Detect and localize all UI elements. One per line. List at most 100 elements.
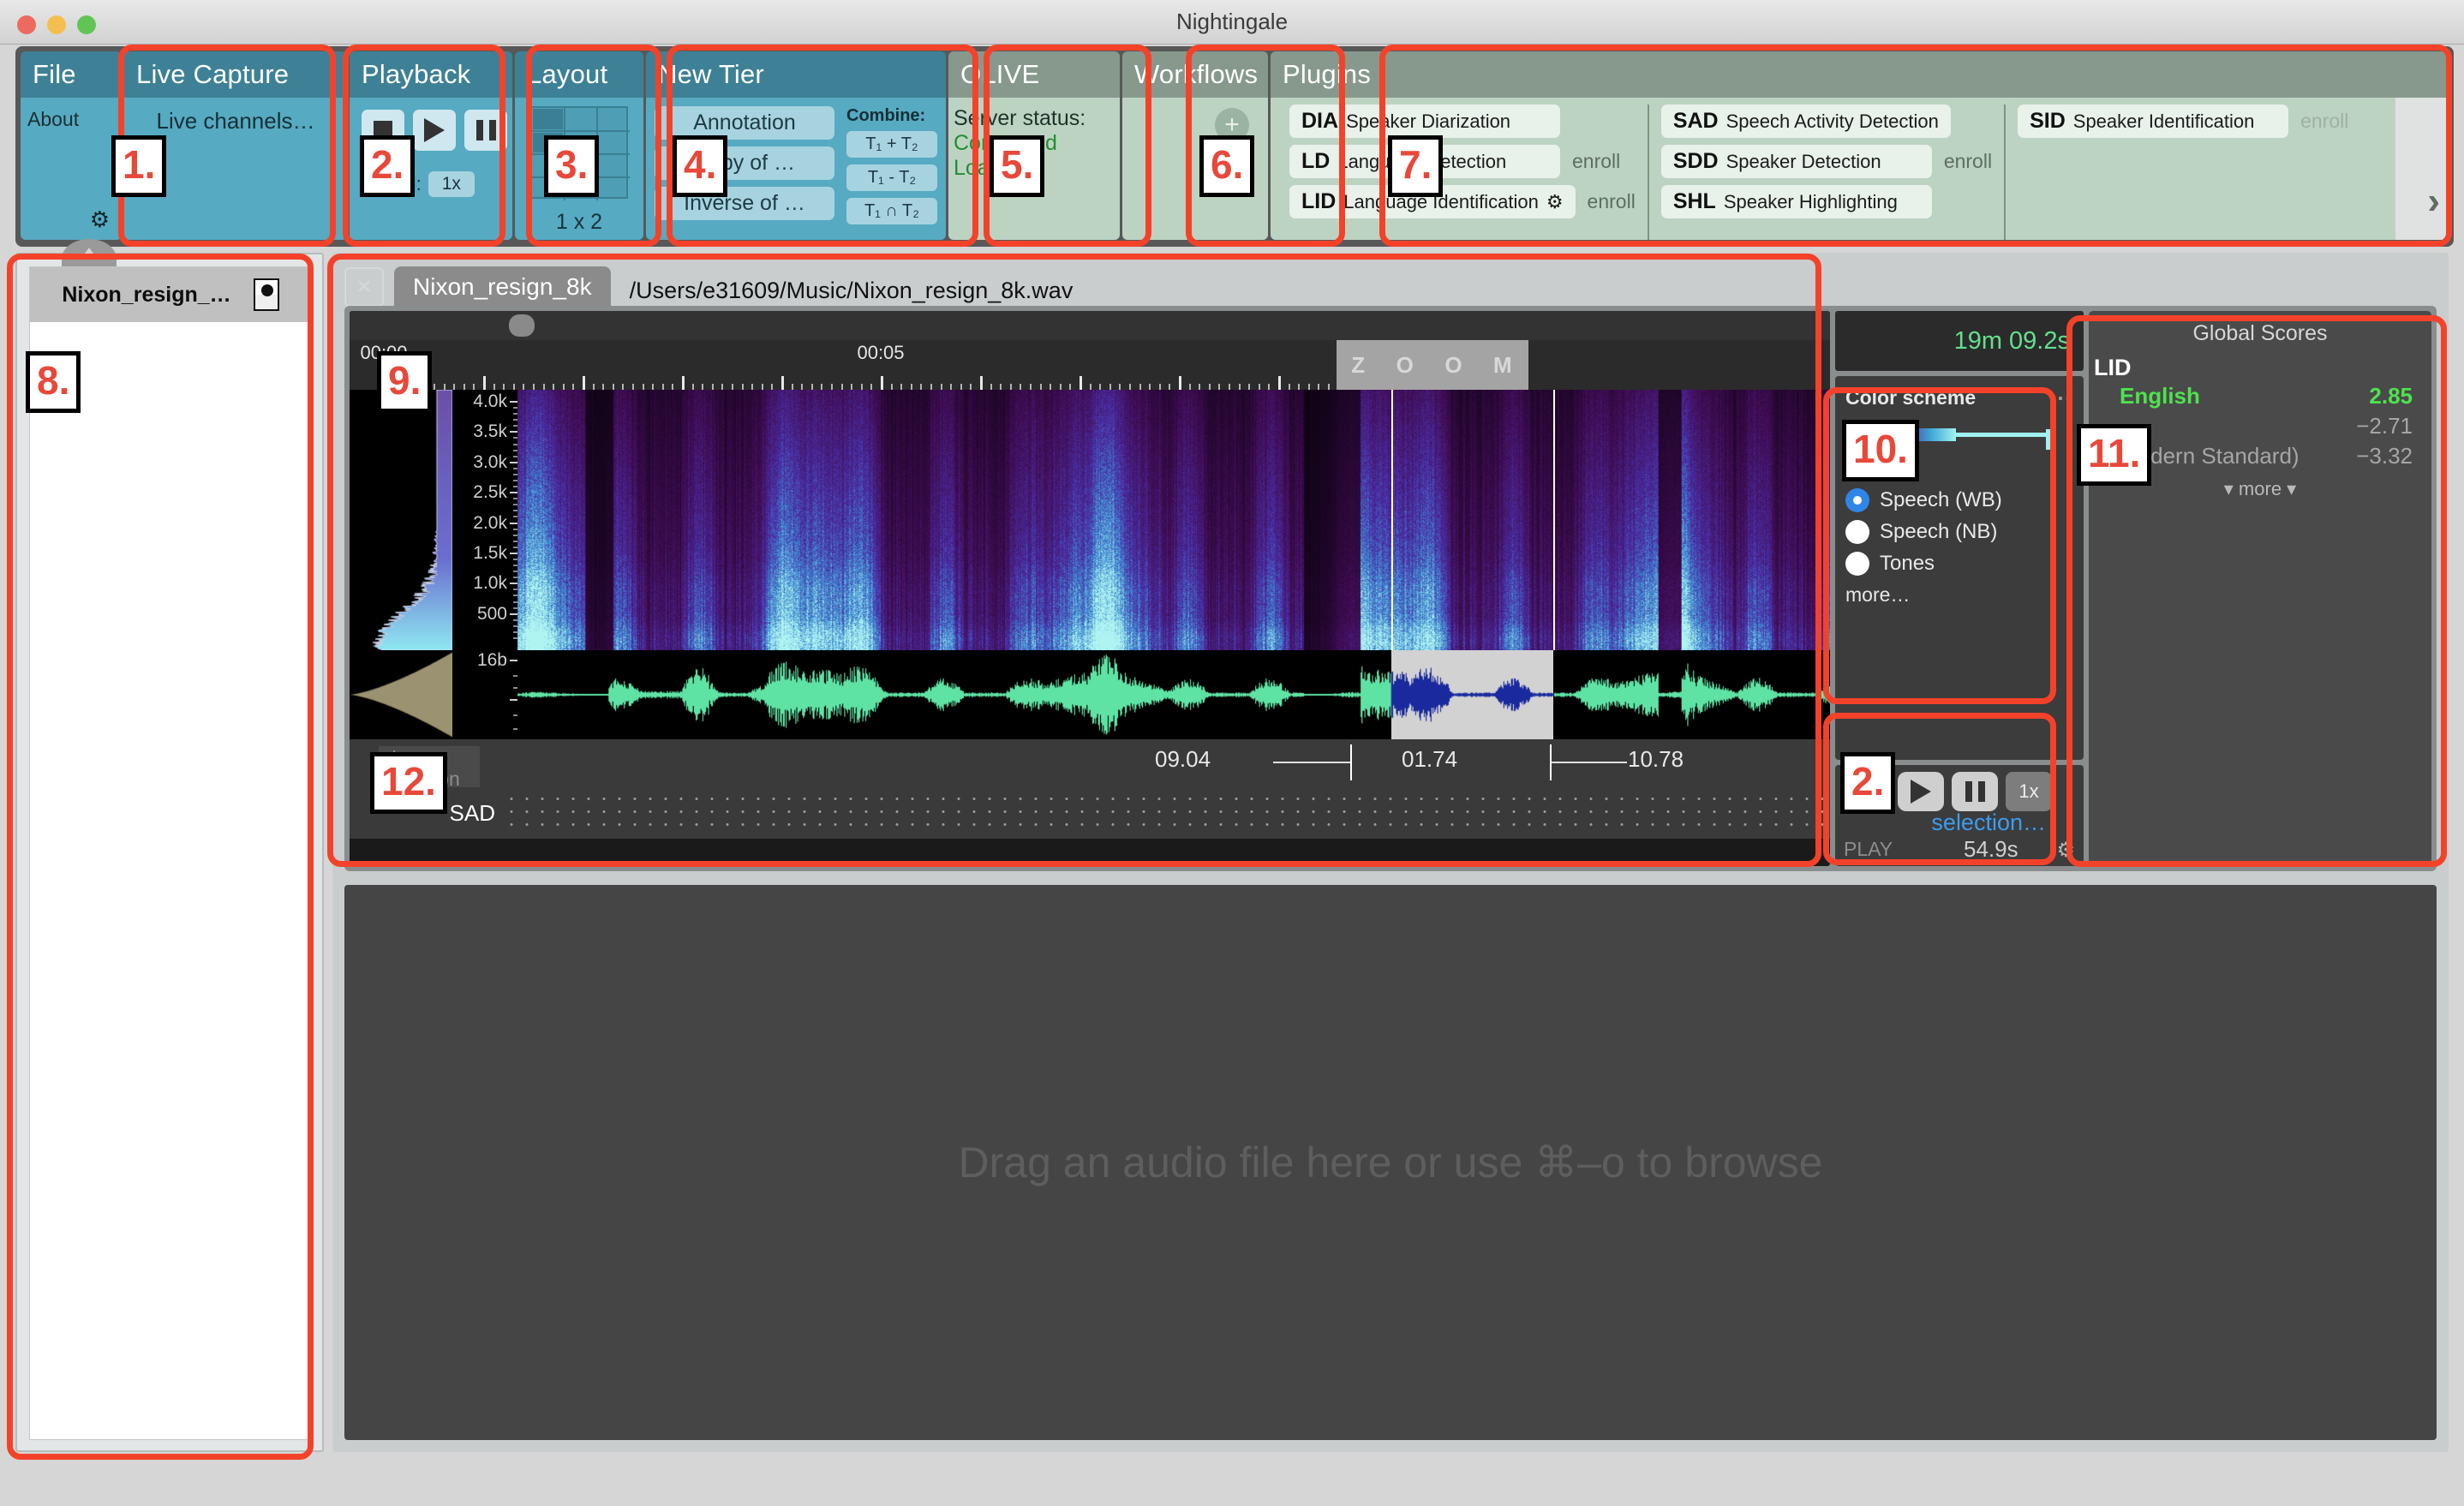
ellipsis-icon[interactable]: ⋯ [2049,385,2073,411]
minimize-window-button[interactable] [47,15,66,34]
window-controls[interactable] [17,15,96,34]
close-icon[interactable]: × [344,267,384,307]
plugin-code: DIA [1301,109,1339,133]
waveform[interactable] [517,650,1830,739]
gear-icon[interactable]: ⚙ [1546,191,1564,213]
plugin-row[interactable]: LID Language Identification ⚙ enroll [1289,185,1636,218]
ruler-tick [682,376,685,390]
plugin-row[interactable]: DIA Speaker Diarization [1289,105,1636,138]
ruler-tick-minor [1059,384,1062,390]
ruler-tick-minor [821,384,823,390]
waveform-column: 00:0000:0500:10 Z O O M 4.0k 3.5k 3.0k 2.5k… [350,311,1830,866]
plugin-enroll-link[interactable]: enroll [1588,190,1636,213]
ruler-tick-minor [751,384,754,390]
frequency-axis: 4.0k 3.5k 3.0k 2.5k 2.0k 1.5k 1.0k 500 [452,390,517,650]
color-scheme-more-link[interactable]: more… [1845,583,2073,607]
frequency-axis-label: 2.0k [473,512,507,533]
gear-icon[interactable]: ⚙ [2056,838,2075,863]
ruler-tick-minor [711,384,714,390]
chevron-right-icon[interactable]: › [2427,180,2440,223]
annotation-badge: 2. [1840,752,1896,814]
annotation-badge: 3. [544,135,600,197]
play-icon[interactable] [413,110,456,151]
radio-speech-wb[interactable]: Speech (WB) [1845,488,2073,512]
ruler-tick-minor [632,384,634,390]
zoom-overlay-letter: M [1493,351,1514,378]
ruler-tick-minor [741,384,744,390]
panel-plugins: Plugins DIA Speaker Diarization LD Langu… [1271,51,2449,240]
spectrogram[interactable] [517,390,1830,650]
combine-union-button[interactable]: T₁ + T₂ [846,131,937,158]
gear-icon[interactable]: ⚙ [90,206,110,233]
plugins-scrollbar[interactable] [2395,98,2449,240]
selection-duration: 01.74 [1402,746,1458,772]
ruler-tick-minor [1298,384,1301,390]
plugin-row[interactable]: SID Speaker Identification enroll [2018,105,2348,138]
about-button[interactable]: About [21,98,122,131]
panel-new-tier-title: New Tier [646,51,946,98]
ruler-tick-minor [1288,384,1290,390]
tier-track[interactable] [504,792,1830,834]
transport-speed[interactable]: 1x [2006,772,2052,811]
score-value: −2.71 [2356,413,2413,439]
annotation-badge: 10. [1842,420,1919,481]
plugin-enroll-link[interactable]: enroll [1944,150,1992,173]
close-window-button[interactable] [17,15,36,34]
plugin-sdd[interactable]: SDD Speaker Detection [1660,145,1932,178]
frequency-axis-label: 4.0k [473,391,507,411]
live-channels-button[interactable]: Live channels… [124,98,347,134]
plugin-sad[interactable]: SAD Speech Activity Detection [1660,105,1951,138]
plugin-shl[interactable]: SHL Speaker Highlighting [1660,185,1932,218]
transport-seconds: 54.9s [1964,836,2018,862]
pause-icon[interactable] [464,110,507,151]
ruler-tick-minor [721,384,724,390]
ruler-label: 00:05 [857,342,905,363]
title-bar: Nightingale [0,0,2464,45]
plugin-enroll-link[interactable]: enroll [1572,150,1620,173]
ruler-tick-minor [771,384,774,390]
audio-drop-zone[interactable]: Drag an audio file here or use ⌘–o to br… [344,885,2437,1440]
record-indicator-icon[interactable] [253,278,279,311]
plugin-name: Speaker Highlighting [1723,191,1898,212]
zoom-overlay-letter: O [1396,351,1415,378]
speed-value[interactable]: 1x [428,171,475,197]
tab-nixon-resign-8k[interactable]: Nixon_resign_8k [394,266,611,309]
play-icon[interactable] [1898,772,1944,811]
axis-tick [510,461,517,463]
ruler-tick-minor [1149,384,1151,390]
ruler-tick-minor [523,384,525,390]
plugin-sid[interactable]: SID Speaker Identification [2018,105,2289,138]
plugin-row[interactable]: SDD Speaker Detection enroll [1660,145,1992,178]
pause-icon[interactable] [1952,772,1998,811]
annotation-badge: 9. [377,351,433,413]
maximize-window-button[interactable] [77,15,96,34]
plugin-row[interactable]: LD Language Detection enroll [1289,145,1636,178]
plugin-row[interactable]: SHL Speaker Highlighting [1660,185,1992,218]
transport-selection-link[interactable]: selection… [1931,810,2046,836]
plugin-code: SAD [1672,109,1719,133]
scrollbar-thumb[interactable] [509,314,535,337]
time-ruler[interactable]: 00:0000:0500:10 [350,340,1830,390]
zoom-selection-overlay[interactable]: Z O O M [1337,340,1528,390]
ruler-tick-minor [1188,384,1191,390]
combine-intersection-button[interactable]: T₁ ∩ T₂ [846,198,937,224]
tier-row-sad[interactable]: SAD [350,787,1830,839]
axis-tick [510,522,517,524]
horizontal-scrollbar[interactable] [350,311,1830,340]
list-item[interactable]: Nixon_resign_… [30,267,311,322]
zoom-overlay-letter: Z [1351,351,1367,378]
combine-difference-button[interactable]: T₁ - T₂ [846,164,937,191]
radio-tones[interactable]: Tones [1845,552,2073,576]
radio-icon [1845,552,1869,576]
radio-speech-nb[interactable]: Speech (NB) [1845,520,2073,544]
plugin-row[interactable]: SAD Speech Activity Detection [1660,105,1992,138]
plugin-enroll-link[interactable]: enroll [2300,110,2348,133]
ruler-tick-minor [810,384,813,390]
ruler-tick-minor [1238,384,1241,390]
plugin-dia[interactable]: DIA Speaker Diarization [1289,105,1560,138]
ruler-tick-minor [1050,384,1052,390]
ruler-tick-minor [1109,384,1111,390]
file-list: Nixon_resign_… [29,266,312,1440]
ruler-tick-minor [1069,384,1072,390]
panel-playback-title: Playback [350,51,512,98]
